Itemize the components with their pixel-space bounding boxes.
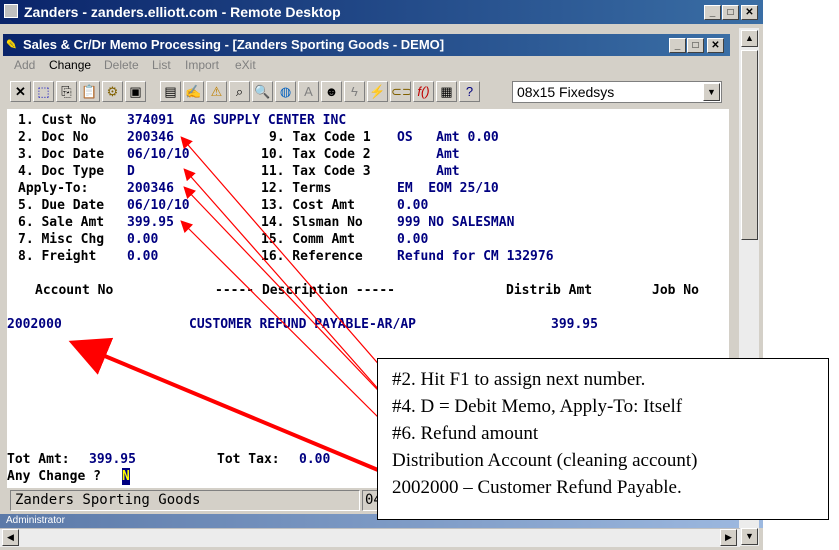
arrow-apply-to <box>183 186 396 409</box>
callout-line-1: #2. Hit F1 to assign next number. <box>392 369 646 390</box>
arrow-doc-type <box>183 168 396 409</box>
arrow-distribution-account <box>68 337 379 472</box>
annotation-callout: #2. Hit F1 to assign next number. #4. D … <box>377 358 829 520</box>
callout-line-4: Distribution Account (cleaning account) <box>392 450 698 471</box>
callout-line-3: #6. Refund amount <box>392 423 539 444</box>
arrow-doc-no <box>180 136 396 384</box>
callout-line-2: #4. D = Debit Memo, Apply-To: Itself <box>392 396 683 417</box>
callout-line-5: 2002000 – Customer Refund Payable. <box>392 477 682 498</box>
